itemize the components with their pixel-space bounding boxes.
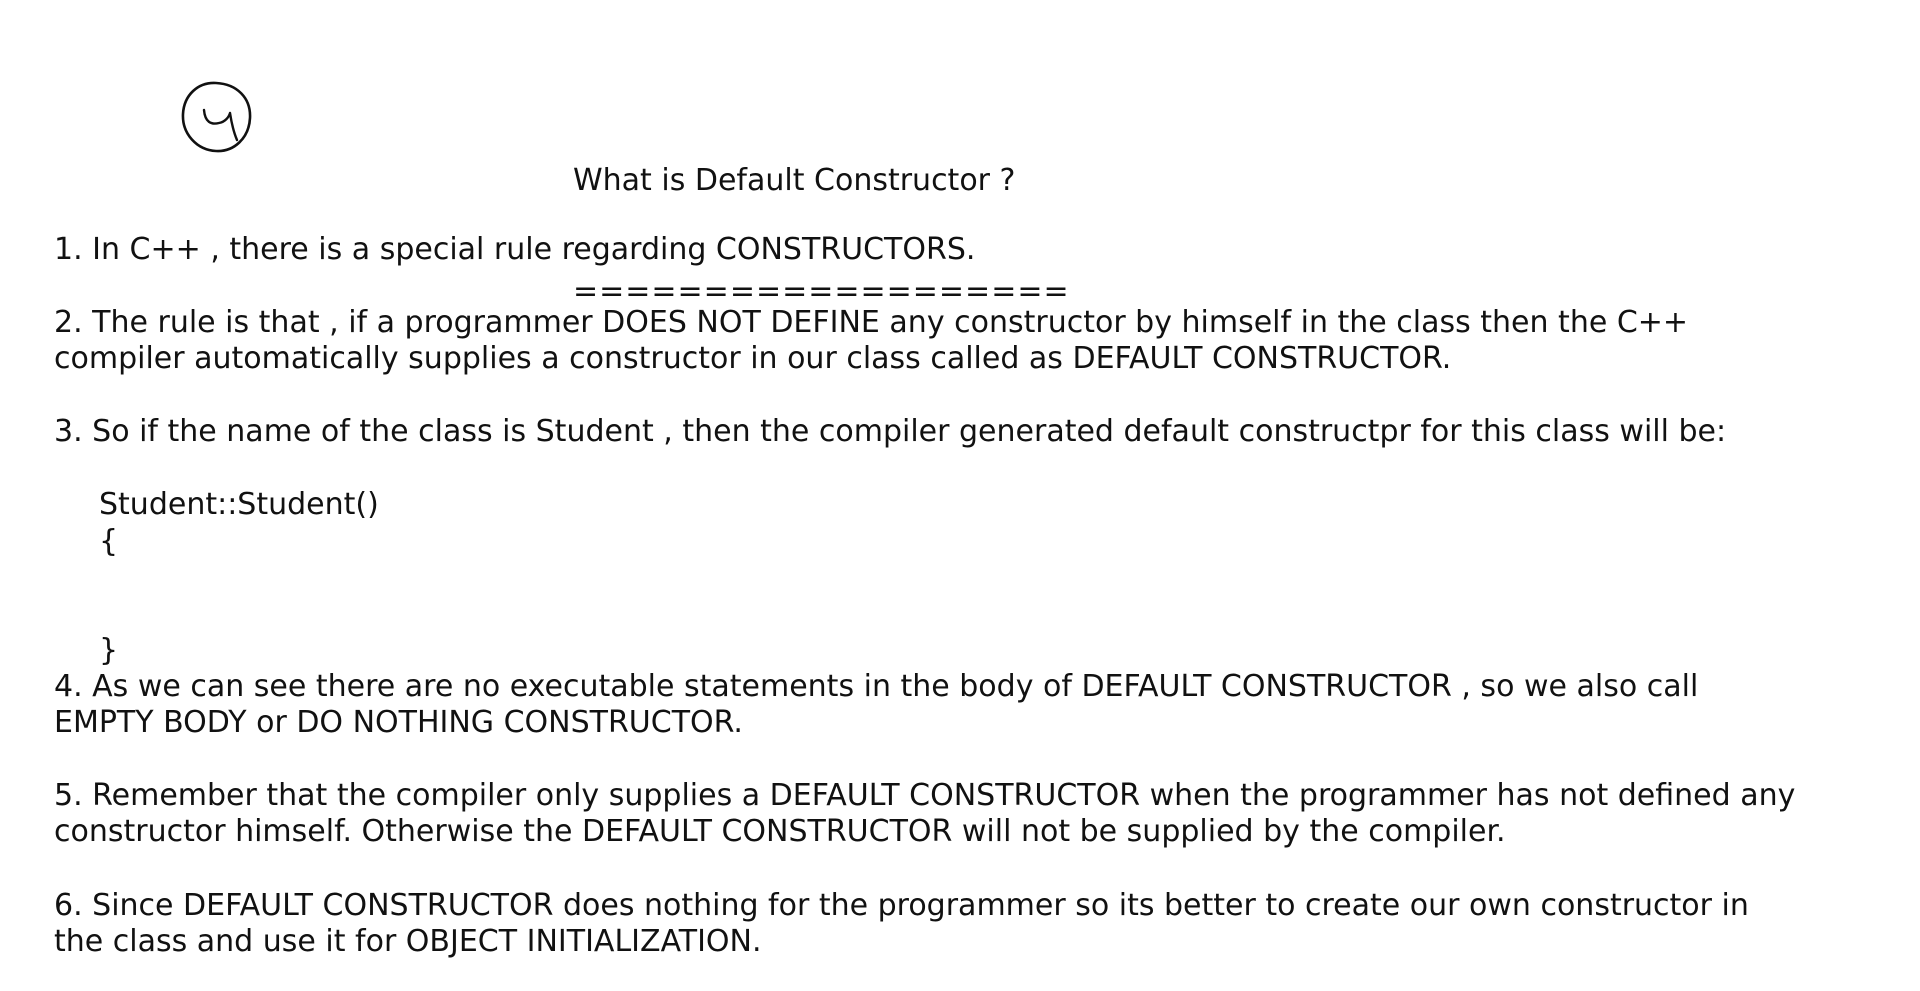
page-title: What is Default Constructor ? xyxy=(573,163,1016,198)
point-5-line-2: constructor himself. Otherwise the DEFAU… xyxy=(54,814,1506,849)
code-open-brace: { xyxy=(99,524,119,559)
point-1-line-1: 1. In C++ , there is a special rule rega… xyxy=(54,232,976,267)
point-4-line-1: 4. As we can see there are no executable… xyxy=(54,669,1699,704)
point-4-line-2: EMPTY BODY or DO NOTHING CONSTRUCTOR. xyxy=(54,705,743,740)
point-2-line-1: 2. The rule is that , if a programmer DO… xyxy=(54,305,1689,340)
point-5-line-1: 5. Remember that the compiler only suppl… xyxy=(54,778,1796,813)
handwritten-note-page: What is Default Constructor ? ==========… xyxy=(0,0,1920,991)
point-3-line-1: 3. So if the name of the class is Studen… xyxy=(54,414,1727,449)
point-6-line-2: the class and use it for OBJECT INITIALI… xyxy=(54,924,762,959)
point-2-line-2: compiler automatically supplies a constr… xyxy=(54,341,1452,376)
code-signature: Student::Student() xyxy=(99,487,379,522)
code-close-brace: } xyxy=(99,633,119,668)
circled-number-4-mark xyxy=(181,81,252,153)
point-6-line-1: 6. Since DEFAULT CONSTRUCTOR does nothin… xyxy=(54,888,1749,923)
